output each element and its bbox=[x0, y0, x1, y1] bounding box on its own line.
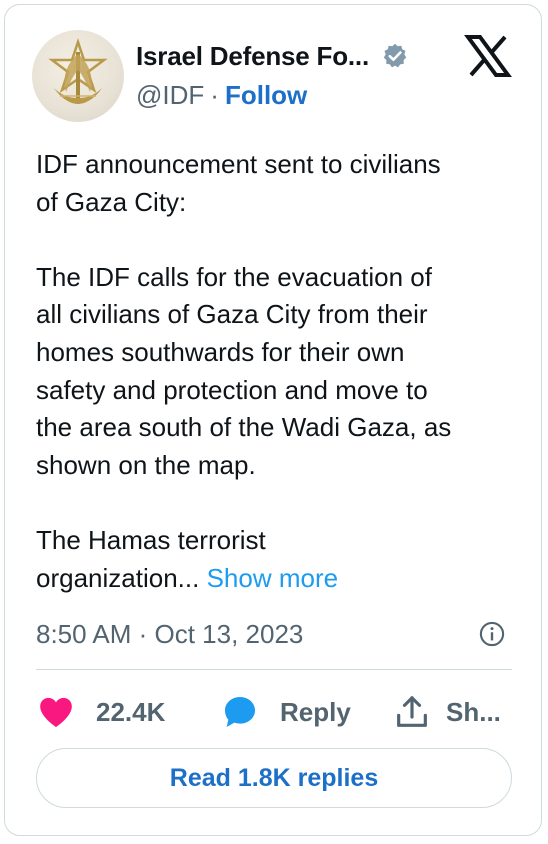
text-line: of Gaza City: bbox=[36, 186, 187, 217]
handle-row: @IDF · Follow bbox=[136, 80, 307, 111]
idf-emblem-icon bbox=[48, 38, 108, 104]
text-line: IDF announcement sent to civilians bbox=[36, 149, 441, 179]
author-name-row: Israel Defense Fo... bbox=[136, 36, 409, 76]
text-line: shown on the map. bbox=[36, 449, 256, 480]
separator-dot: · bbox=[210, 80, 219, 110]
speech-bubble-icon bbox=[225, 697, 255, 727]
tweet-text: IDF announcement sent to civilians of Ga… bbox=[36, 146, 506, 597]
action-bar: 22.4K Reply Sh... bbox=[36, 690, 512, 734]
text-line: the area south of the Wadi Gaza, as bbox=[36, 412, 452, 443]
heart-icon bbox=[40, 697, 72, 727]
read-replies-button[interactable]: Read 1.8K replies bbox=[36, 748, 512, 808]
timestamp[interactable]: 8:50 AM · Oct 13, 2023 bbox=[36, 619, 303, 650]
truncated-text: organization... bbox=[36, 562, 200, 593]
follow-link[interactable]: Follow bbox=[225, 80, 307, 110]
text-line: The IDF calls for the evacuation of bbox=[36, 261, 432, 292]
timestamp-row: 8:50 AM · Oct 13, 2023 bbox=[36, 614, 506, 654]
share-button[interactable]: Sh... bbox=[392, 690, 501, 734]
info-icon[interactable] bbox=[478, 620, 506, 648]
x-logo-icon[interactable] bbox=[464, 32, 512, 80]
divider bbox=[36, 669, 512, 670]
read-replies-label: Read 1.8K replies bbox=[169, 763, 379, 792]
author-name[interactable]: Israel Defense Fo... bbox=[136, 41, 369, 72]
like-button[interactable]: 22.4K bbox=[36, 690, 165, 734]
text-line: homes southwards for their own bbox=[36, 336, 405, 367]
text-line: all civilians of Gaza City from their bbox=[36, 299, 428, 330]
share-icon bbox=[397, 696, 427, 727]
text-line: The Hamas terrorist bbox=[36, 524, 266, 555]
reply-label: Reply bbox=[280, 696, 351, 727]
reply-button[interactable]: Reply bbox=[220, 690, 351, 734]
text-line-truncated: organization... Show more bbox=[36, 560, 506, 598]
avatar[interactable] bbox=[32, 30, 124, 122]
show-more-link[interactable]: Show more bbox=[207, 563, 339, 593]
verified-badge-icon bbox=[383, 43, 407, 68]
text-line: safety and protection and move to bbox=[36, 374, 428, 405]
author-handle[interactable]: @IDF bbox=[136, 80, 204, 110]
share-label: Sh... bbox=[446, 696, 501, 727]
like-count: 22.4K bbox=[96, 696, 166, 727]
